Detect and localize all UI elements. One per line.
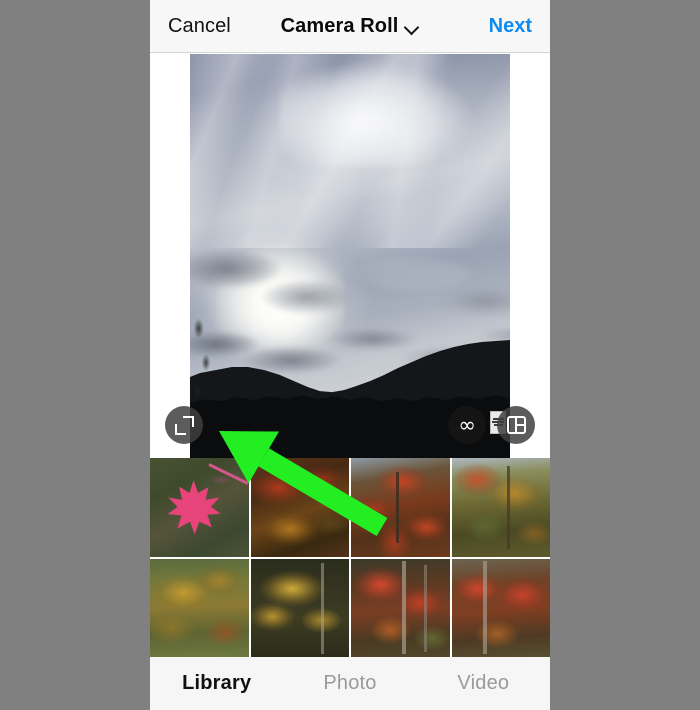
tree-trunk <box>321 562 325 655</box>
thumbnail-3[interactable] <box>351 458 450 557</box>
chevron-down-icon[interactable] <box>405 21 419 35</box>
boomerang-button[interactable]: ∞ <box>448 406 486 444</box>
album-title[interactable]: Camera Roll <box>281 15 399 38</box>
phone-screen: Cancel Camera Roll Next ∞ Library Photo … <box>150 0 550 710</box>
tab-library[interactable]: Library <box>150 672 283 695</box>
photo-thumbnail-grid[interactable] <box>150 458 550 657</box>
navigation-bar: Cancel Camera Roll Next <box>150 0 550 53</box>
foreground-tree <box>190 304 219 426</box>
thumbnail-6[interactable] <box>250 559 349 657</box>
expand-corners-icon <box>174 415 194 435</box>
bottom-tab-bar: Library Photo Video <box>150 657 550 710</box>
tree-trunk <box>396 471 400 544</box>
expand-aspect-button[interactable] <box>165 406 203 444</box>
layout-grid-icon <box>506 416 526 434</box>
cancel-button[interactable]: Cancel <box>168 0 231 53</box>
selected-photo-preview[interactable] <box>190 54 510 458</box>
thumbnail-7[interactable] <box>351 559 450 657</box>
infinity-icon: ∞ <box>458 412 476 437</box>
upper-cloud-mass <box>279 62 472 168</box>
maple-leaf-shape <box>167 480 221 535</box>
tree-trunk <box>483 560 488 655</box>
preview-stage: ∞ <box>150 54 550 458</box>
next-button[interactable]: Next <box>489 0 532 53</box>
tree-trunk <box>402 560 407 655</box>
tab-video[interactable]: Video <box>417 672 550 695</box>
tree-trunk <box>423 564 427 653</box>
tab-photo[interactable]: Photo <box>283 672 416 695</box>
thumbnail-2[interactable] <box>250 458 349 557</box>
layout-button[interactable] <box>497 406 535 444</box>
tree-trunk <box>506 465 510 550</box>
thumbnail-1[interactable] <box>150 458 249 557</box>
thumbnail-8[interactable] <box>451 559 550 657</box>
thumbnail-5[interactable] <box>150 559 249 657</box>
thumbnail-4[interactable] <box>451 458 550 557</box>
